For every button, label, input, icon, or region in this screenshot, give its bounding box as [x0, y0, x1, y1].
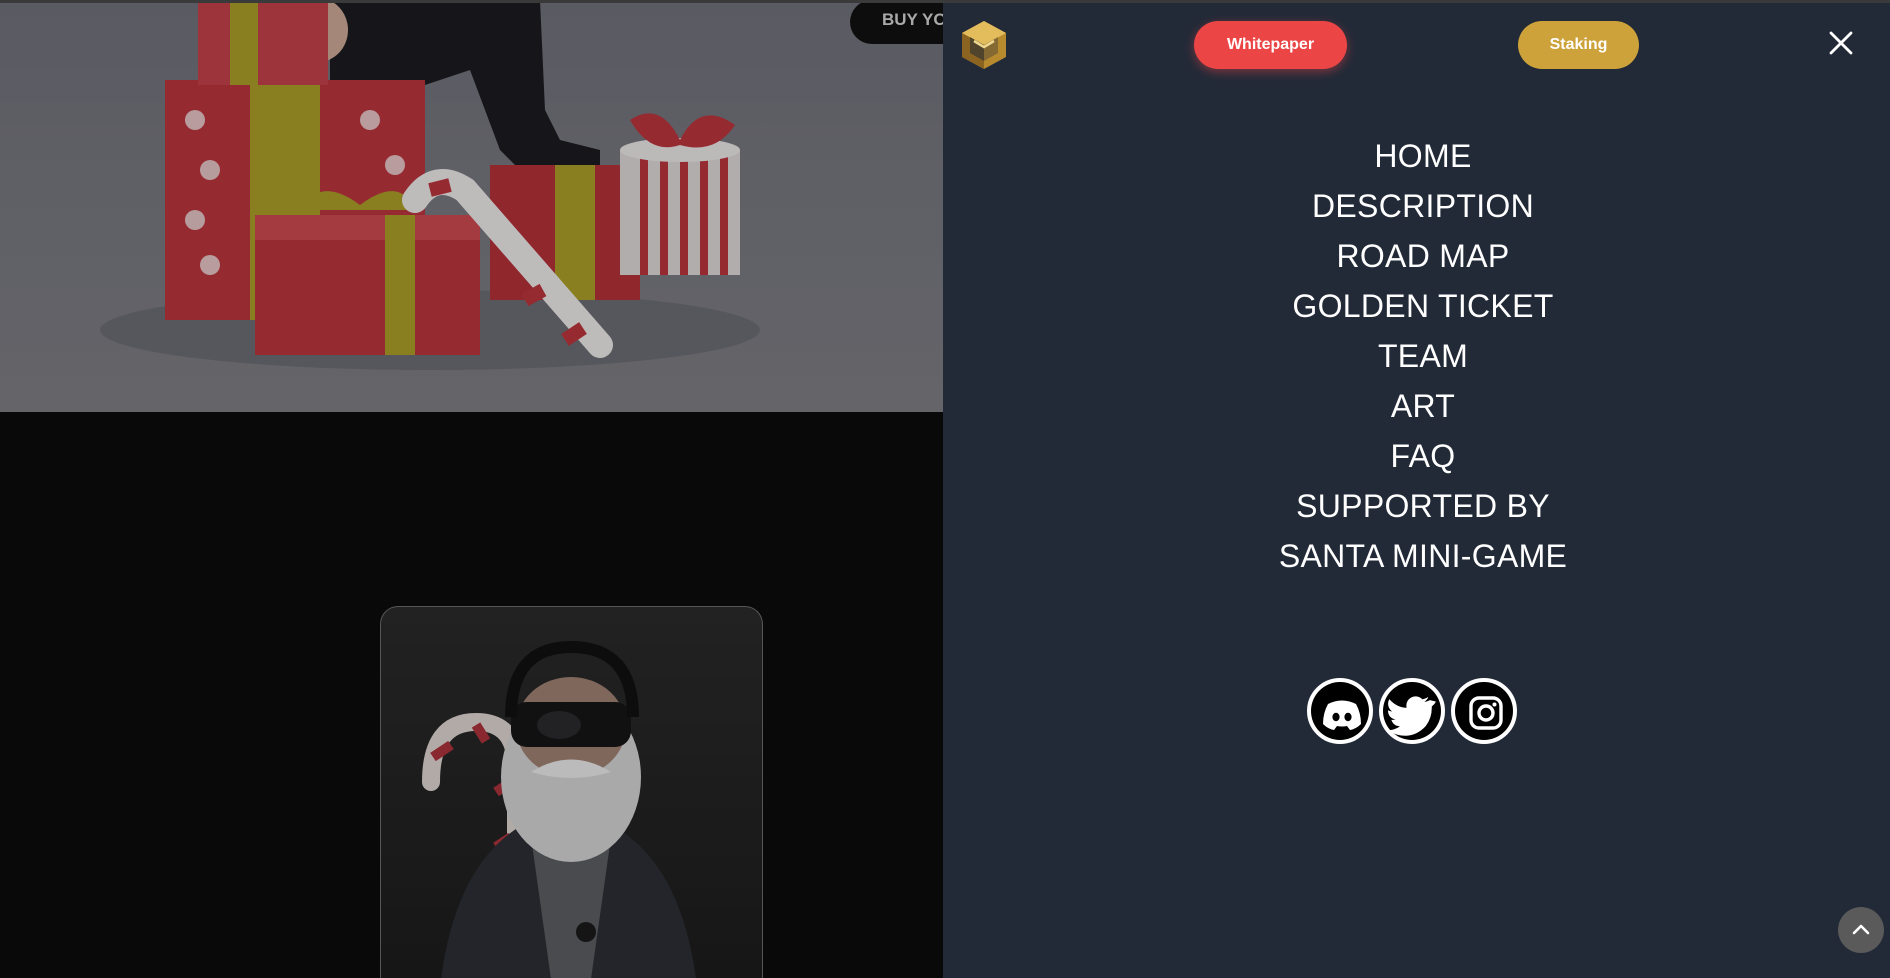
nav-item-description[interactable]: DESCRIPTION — [943, 181, 1890, 231]
main-nav: HOME DESCRIPTION ROAD MAP GOLDEN TICKET … — [943, 131, 1890, 581]
scroll-to-top-button[interactable] — [1838, 907, 1884, 953]
staking-button[interactable]: Staking — [1518, 21, 1639, 69]
top-border — [0, 0, 1890, 3]
discord-link[interactable] — [1307, 678, 1373, 744]
nav-item-art[interactable]: ART — [943, 381, 1890, 431]
nav-item-faq[interactable]: FAQ — [943, 431, 1890, 481]
page: BUY YO Whitepaper Staking HOME DESCRIPTI… — [0, 0, 1890, 978]
discord-icon — [1323, 700, 1361, 730]
instagram-link[interactable] — [1451, 678, 1517, 744]
nav-item-team[interactable]: TEAM — [943, 331, 1890, 381]
twitter-link[interactable] — [1379, 678, 1445, 744]
page-overlay — [0, 0, 943, 978]
twitter-icon — [1386, 696, 1436, 736]
chevron-up-icon — [1852, 924, 1870, 935]
menu-panel: Whitepaper Staking HOME DESCRIPTION ROAD… — [943, 3, 1890, 978]
nav-item-road-map[interactable]: ROAD MAP — [943, 231, 1890, 281]
instagram-icon — [1469, 696, 1503, 730]
nav-item-supported-by[interactable]: SUPPORTED BY — [943, 481, 1890, 531]
social-links — [1307, 678, 1527, 744]
close-icon[interactable] — [1828, 30, 1854, 56]
whitepaper-button[interactable]: Whitepaper — [1194, 21, 1347, 69]
nav-item-santa-mini-game[interactable]: SANTA MINI-GAME — [943, 531, 1890, 581]
cube-logo-icon[interactable] — [960, 19, 1008, 71]
nav-item-home[interactable]: HOME — [943, 131, 1890, 181]
nav-item-golden-ticket[interactable]: GOLDEN TICKET — [943, 281, 1890, 331]
